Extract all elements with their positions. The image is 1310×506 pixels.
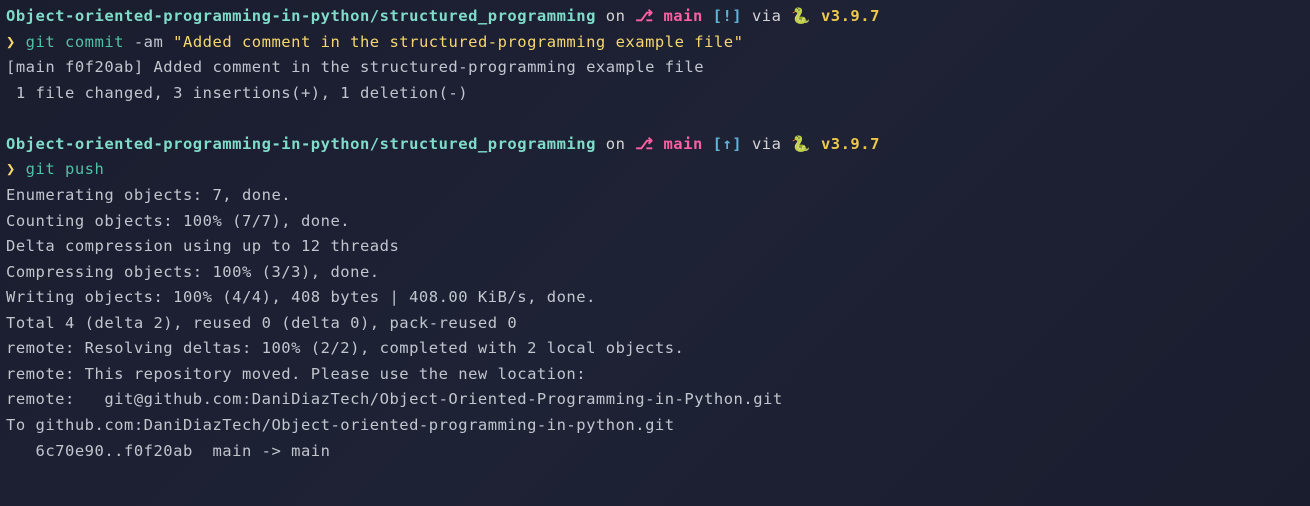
command-line-1[interactable]: ❯ git commit -am "Added comment in the s… (6, 30, 1304, 56)
output-line: Delta compression using up to 12 threads (6, 234, 1304, 260)
branch-name: main (654, 7, 713, 25)
prompt-line-1: Object-oriented-programming-in-python/st… (6, 4, 1304, 30)
output-line: 1 file changed, 3 insertions(+), 1 delet… (6, 81, 1304, 107)
output-line: Compressing objects: 100% (3/3), done. (6, 260, 1304, 286)
output-line: To github.com:DaniDiazTech/Object-orient… (6, 413, 1304, 439)
python-version: v3.9.7 (821, 7, 880, 25)
repo-path: Object-oriented-programming-in-python/st… (6, 135, 596, 153)
prompt-line-2: Object-oriented-programming-in-python/st… (6, 132, 1304, 158)
branch-icon: ⎇ (635, 135, 653, 153)
commit-message: "Added comment in the structured-program… (173, 33, 743, 51)
branch-icon: ⎇ (635, 7, 653, 25)
git-status: [↑] (713, 135, 743, 153)
output-line: Counting objects: 100% (7/7), done. (6, 209, 1304, 235)
python-version: v3.9.7 (821, 135, 880, 153)
on-text: on (596, 135, 635, 153)
on-text: on (596, 7, 635, 25)
output-line: Enumerating objects: 7, done. (6, 183, 1304, 209)
git-status: [!] (713, 7, 743, 25)
branch-name: main (654, 135, 713, 153)
output-line: remote: git@github.com:DaniDiazTech/Obje… (6, 387, 1304, 413)
output-line: remote: This repository moved. Please us… (6, 362, 1304, 388)
prompt-symbol: ❯ (6, 33, 26, 51)
git-subcommand: push (65, 160, 104, 178)
output-line: Writing objects: 100% (4/4), 408 bytes |… (6, 285, 1304, 311)
python-icon: 🐍 (791, 135, 821, 153)
prompt-symbol: ❯ (6, 160, 26, 178)
output-line: 6c70e90..f0f20ab main -> main (6, 439, 1304, 465)
output-line: remote: Resolving deltas: 100% (2/2), co… (6, 336, 1304, 362)
command-line-2[interactable]: ❯ git push (6, 157, 1304, 183)
git-command: git (26, 160, 65, 178)
command-flag: -am (134, 33, 173, 51)
git-command: git (26, 33, 65, 51)
output-line: Total 4 (delta 2), reused 0 (delta 0), p… (6, 311, 1304, 337)
via-text: via (742, 7, 791, 25)
python-icon: 🐍 (791, 7, 821, 25)
blank-line (6, 106, 1304, 132)
via-text: via (742, 135, 791, 153)
output-line: [main f0f20ab] Added comment in the stru… (6, 55, 1304, 81)
repo-path: Object-oriented-programming-in-python/st… (6, 7, 596, 25)
git-subcommand: commit (65, 33, 134, 51)
